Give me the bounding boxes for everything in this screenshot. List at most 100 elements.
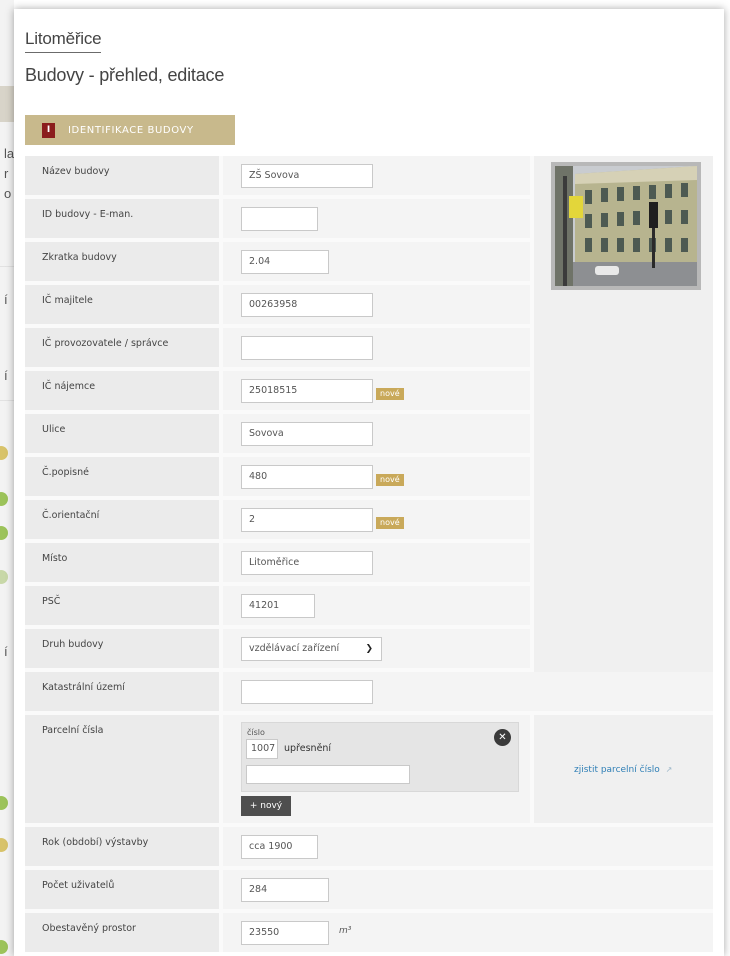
background-text: r [4,166,9,181]
house-number-input[interactable]: 480 [241,465,373,489]
value-cell: 41201 [223,586,530,625]
background-text: o [4,186,12,201]
building-abbrev-input[interactable]: 2.04 [241,250,329,274]
cadastral-area-input[interactable] [241,680,373,704]
city-title-underline [25,52,101,53]
label-cell: IČ provozovatele / správce [25,328,219,367]
section-header[interactable]: I IDENTIFIKACE BUDOVY [25,115,235,145]
building-type-select[interactable]: vzdělávací zařízení ❯ [241,637,382,661]
background-dot [0,796,8,810]
field-label: Katastrální území [42,682,125,693]
background-dot [0,526,8,540]
operator-id-input[interactable] [241,336,373,360]
value-cell [223,199,530,238]
background-page: la r o í í í [0,0,14,956]
parcel-number-input[interactable]: 1007 [246,739,278,759]
external-link-icon: ↗ [665,765,673,774]
remove-parcel-button[interactable]: ✕ [494,729,511,746]
field-label: Rok (období) výstavby [42,837,149,848]
value-cell: 23550 m³ [223,913,713,952]
parcel-number-label: číslo [247,728,265,737]
new-badge[interactable]: nové [376,517,404,529]
label-cell: Rok (období) výstavby [25,827,219,866]
add-parcel-button[interactable]: + nový [241,796,291,816]
field-label: Obestavěný prostor [42,923,136,934]
label-cell: ID budovy - E-man. [25,199,219,238]
built-volume-input[interactable]: 23550 [241,921,329,945]
building-type-selected: vzdělávací zařízení [249,643,340,654]
label-cell: Druh budovy [25,629,219,668]
building-photo-image [555,166,697,286]
field-label: IČ majitele [42,295,93,306]
value-cell [223,672,713,711]
value-cell: ZŠ Sovova [223,156,530,195]
value-cell: 00263958 [223,285,530,324]
field-label: Druh budovy [42,639,104,650]
background-dot [0,838,8,852]
tenant-id-input[interactable]: 25018515 [241,379,373,403]
label-cell: Název budovy [25,156,219,195]
building-form: Název budovy ZŠ Sovova ID budovy - E-man… [25,156,713,952]
background-divider [0,266,14,267]
label-cell: Zkratka budovy [25,242,219,281]
field-label: Název budovy [42,166,110,177]
page-title: Budovy - přehled, editace [25,65,225,85]
background-text: í [4,368,8,383]
postal-code-input[interactable]: 41201 [241,594,315,618]
value-cell: Sovova [223,414,530,453]
background-divider [0,400,14,401]
building-photo[interactable] [551,162,701,290]
field-label: Č.orientační [42,510,100,521]
building-edit-dialog: Litoměřice Budovy - přehled, editace I I… [14,9,724,956]
background-text: í [4,644,8,659]
parcel-refinement-label: upřesnění [284,743,332,754]
building-name-input[interactable]: ZŠ Sovova [241,164,373,188]
user-count-input[interactable]: 284 [241,878,329,902]
value-cell: vzdělávací zařízení ❯ [223,629,530,668]
value-cell: 2.04 [223,242,530,281]
background-dot [0,446,8,460]
field-label: IČ nájemce [42,381,96,392]
value-cell: číslo 1007 upřesnění ✕ + nový [223,715,530,823]
construction-year-input[interactable]: cca 1900 [241,835,318,859]
value-cell: 284 [223,870,713,909]
value-cell: 480 nové [223,457,530,496]
background-dot [0,570,8,584]
owner-id-input[interactable]: 00263958 [241,293,373,317]
unit-label: m³ [339,926,352,936]
label-cell: PSČ [25,586,219,625]
field-label: Ulice [42,424,66,435]
label-cell: Ulice [25,414,219,453]
field-label: Místo [42,553,68,564]
value-cell: 25018515 nové [223,371,530,410]
background-band [0,86,14,122]
label-cell: Katastrální území [25,672,219,711]
photo-cell [534,156,713,672]
label-cell: Počet uživatelů [25,870,219,909]
background-dot [0,940,8,954]
building-id-input[interactable] [241,207,318,231]
label-cell: Č.popisné [25,457,219,496]
field-label: Č.popisné [42,467,89,478]
chevron-down-icon: ❯ [365,644,373,654]
field-label: PSČ [42,596,61,607]
background-dot [0,492,8,506]
city-input[interactable]: Litoměřice [241,551,373,575]
section-title: IDENTIFIKACE BUDOVY [68,124,194,136]
label-cell: Č.orientační [25,500,219,539]
label-cell: IČ nájemce [25,371,219,410]
background-text: la [4,146,15,161]
find-parcel-link[interactable]: zjistit parcelní číslo ↗ [574,765,672,775]
parcel-refinement-input[interactable] [246,765,410,784]
value-cell [223,328,530,367]
new-badge[interactable]: nové [376,474,404,486]
new-badge[interactable]: nové [376,388,404,400]
close-icon: ✕ [498,732,507,743]
label-cell: Místo [25,543,219,582]
field-label: Zkratka budovy [42,252,117,263]
field-label: ID budovy - E-man. [42,209,134,220]
parcel-entry: číslo 1007 upřesnění ✕ [241,722,519,792]
value-cell: 2 nové [223,500,530,539]
orientation-number-input[interactable]: 2 [241,508,373,532]
street-input[interactable]: Sovova [241,422,373,446]
